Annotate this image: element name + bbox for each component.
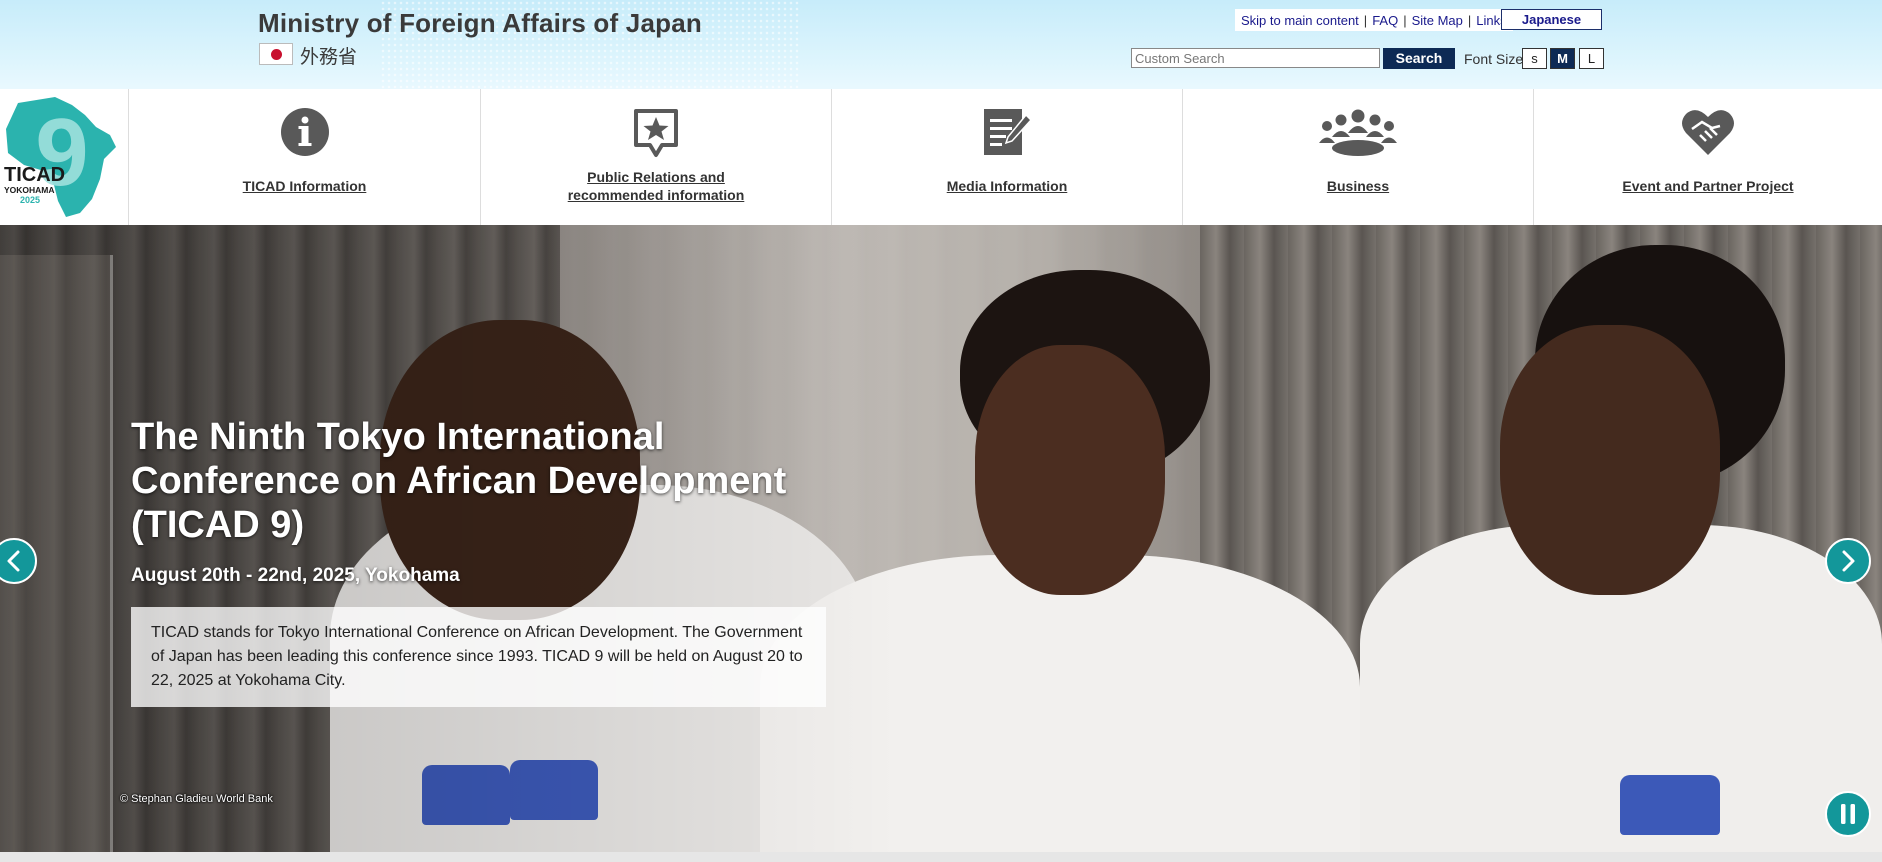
star-speech-bubble-icon	[634, 109, 678, 157]
nav-item-event-partner-project[interactable]: Event and Partner Project	[1534, 89, 1882, 225]
faq-link[interactable]: FAQ	[1372, 13, 1398, 28]
logo-year: 2025	[20, 195, 40, 205]
font-size-medium-button[interactable]: M	[1550, 48, 1575, 69]
japan-flag-icon	[259, 43, 293, 65]
nav-item-label[interactable]: Media Information	[832, 177, 1182, 195]
link-separator: |	[1403, 12, 1407, 28]
nav-item-label[interactable]: Public Relations and recommended informa…	[481, 168, 831, 204]
nav-item-label[interactable]: TICAD Information	[129, 177, 480, 195]
hero-date: August 20th - 22nd, 2025, Yokohama	[131, 565, 460, 586]
font-size-small-button[interactable]: s	[1522, 48, 1547, 69]
page-bottom-strip	[0, 852, 1882, 862]
ministry-title-japanese[interactable]: 外務省	[300, 42, 357, 69]
search-input[interactable]	[1131, 48, 1380, 68]
group-meeting-icon	[1319, 109, 1397, 156]
hero-description: TICAD stands for Tokyo International Con…	[131, 607, 826, 707]
slider-prev-button[interactable]	[0, 538, 37, 584]
hero-title[interactable]: The Ninth Tokyo International Conference…	[131, 415, 851, 547]
chevron-right-icon	[1842, 550, 1855, 572]
search-button[interactable]: Search	[1383, 48, 1455, 69]
logo-name: TICAD	[4, 164, 65, 186]
nav-item-label[interactable]: Business	[1183, 177, 1533, 195]
font-size-label: Font Size	[1464, 51, 1524, 67]
site-header: Ministry of Foreign Affairs of Japan 外務省…	[0, 0, 1882, 89]
ticad-africa-logo-icon: 9 TICAD YOKOHAMA 2025	[4, 97, 116, 217]
slider-pause-button[interactable]	[1825, 791, 1871, 837]
nav-item-label[interactable]: Event and Partner Project	[1534, 177, 1882, 195]
nav-item-ticad-information[interactable]: TICAD Information	[129, 89, 481, 225]
chevron-left-icon	[7, 550, 20, 572]
hero-slider: The Ninth Tokyo International Conference…	[0, 225, 1882, 852]
link-separator: |	[1467, 12, 1472, 28]
ticad-logo[interactable]: 9 TICAD YOKOHAMA 2025	[0, 89, 129, 225]
link-separator: |	[1363, 12, 1368, 28]
document-edit-icon	[984, 109, 1032, 155]
slider-next-button[interactable]	[1825, 538, 1871, 584]
nav-item-business[interactable]: Business	[1183, 89, 1534, 225]
heart-handshake-icon	[1682, 110, 1734, 155]
hero-photo-bottle	[1620, 775, 1720, 835]
ministry-title[interactable]: Ministry of Foreign Affairs of Japan	[258, 8, 702, 39]
skip-to-main-link[interactable]: Skip to main content	[1241, 13, 1359, 28]
font-size-large-button[interactable]: L	[1579, 48, 1604, 69]
nav-item-public-relations[interactable]: Public Relations and recommended informa…	[481, 89, 832, 225]
hero-photo-person	[1500, 325, 1720, 595]
info-icon	[280, 108, 329, 156]
japanese-language-button[interactable]: Japanese	[1501, 9, 1602, 30]
logo-city: YOKOHAMA	[4, 185, 55, 195]
utility-links: Skip to main content | FAQ | Site Map | …	[1235, 9, 1513, 31]
site-map-link[interactable]: Site Map	[1412, 13, 1463, 28]
main-navigation: 9 TICAD YOKOHAMA 2025 TICAD Information …	[0, 89, 1882, 226]
nav-item-media-information[interactable]: Media Information	[832, 89, 1183, 225]
hero-photo-person	[975, 345, 1165, 595]
photo-credit: © Stephan Gladieu World Bank	[120, 793, 273, 805]
pause-icon	[1841, 804, 1855, 824]
